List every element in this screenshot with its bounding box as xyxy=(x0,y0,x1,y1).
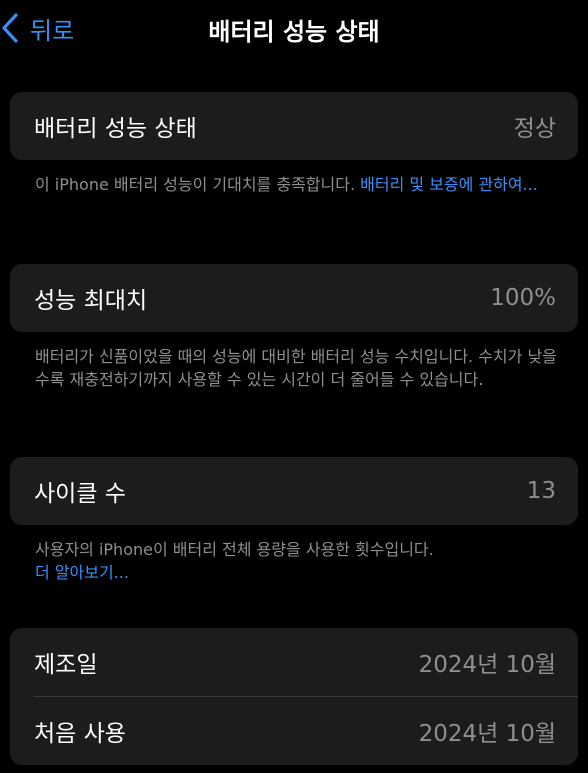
learn-more-link[interactable]: 더 알아보기... xyxy=(35,561,565,584)
max-capacity-row: 성능 최대치 100% xyxy=(10,264,578,332)
max-capacity-footnote: 배터리가 신품이었을 때의 성능에 대비한 배터리 성능 수치입니다. 수치가 … xyxy=(35,345,565,391)
first-use-row: 처음 사용 2024년 10월 xyxy=(10,697,578,765)
max-capacity-description: 배터리가 신품이었을 때의 성능에 대비한 배터리 성능 수치입니다. 수치가 … xyxy=(35,347,557,389)
first-use-label: 처음 사용 xyxy=(34,721,126,747)
manufacture-date-row: 제조일 2024년 10월 xyxy=(10,628,578,696)
battery-health-label: 배터리 성능 상태 xyxy=(34,116,197,142)
max-capacity-label: 성능 최대치 xyxy=(34,288,148,314)
battery-health-value: 정상 xyxy=(513,116,556,142)
cycle-count-value: 13 xyxy=(526,478,556,504)
navigation-bar: 뒤로 배터리 성능 상태 xyxy=(0,0,588,60)
battery-health-row: 배터리 성능 상태 정상 xyxy=(10,92,578,160)
battery-health-card: 배터리 성능 상태 정상 xyxy=(10,92,578,160)
cycle-count-label: 사이클 수 xyxy=(34,481,126,507)
first-use-value: 2024년 10월 xyxy=(418,721,556,747)
manufacture-date-label: 제조일 xyxy=(34,652,98,678)
page-title: 배터리 성능 상태 xyxy=(208,18,380,46)
cycle-count-footnote: 사용자의 iPhone이 배터리 전체 용량을 사용한 횟수입니다. 더 알아보… xyxy=(35,538,565,584)
max-capacity-card: 성능 최대치 100% xyxy=(10,264,578,332)
manufacture-date-value: 2024년 10월 xyxy=(418,652,556,678)
battery-warranty-link[interactable]: 배터리 및 보증에 관하여... xyxy=(360,175,538,194)
max-capacity-value: 100% xyxy=(490,285,556,311)
battery-health-description: 이 iPhone 배터리 성능이 기대치를 충족합니다. xyxy=(35,175,361,194)
cycle-count-description: 사용자의 iPhone이 배터리 전체 용량을 사용한 횟수입니다. xyxy=(35,540,434,559)
cycle-count-card: 사이클 수 13 xyxy=(10,457,578,525)
battery-health-footnote: 이 iPhone 배터리 성능이 기대치를 충족합니다. 배터리 및 보증에 관… xyxy=(35,173,565,196)
cycle-count-row: 사이클 수 13 xyxy=(10,457,578,525)
dates-card: 제조일 2024년 10월 처음 사용 2024년 10월 xyxy=(10,628,578,765)
